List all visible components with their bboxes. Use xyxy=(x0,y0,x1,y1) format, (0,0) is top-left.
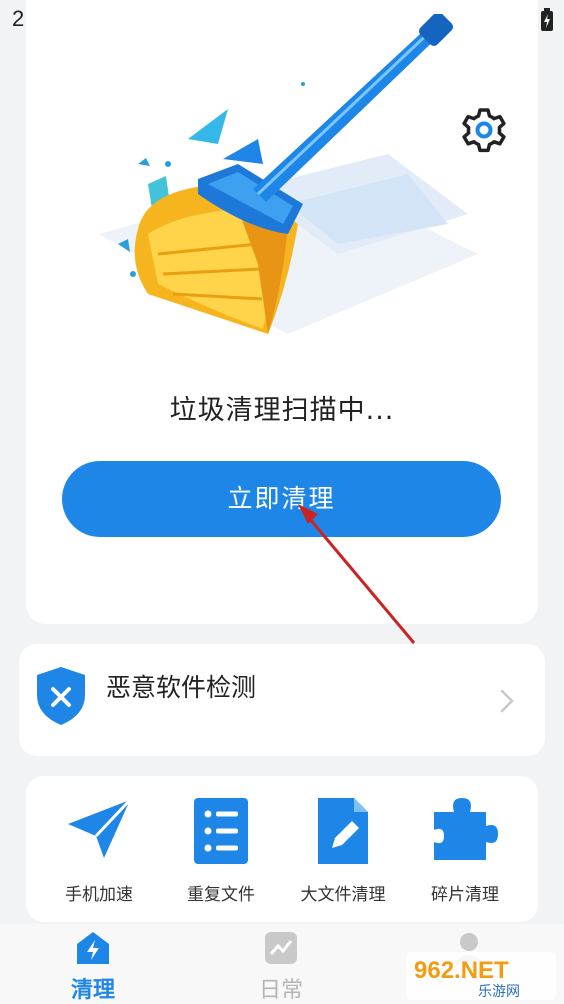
malware-title: 恶意软件检测 xyxy=(106,673,257,702)
clean-now-button[interactable]: 立即清理 xyxy=(62,461,501,537)
tool-phone-boost[interactable]: 手机加速 xyxy=(39,796,159,905)
broom-sweeping-illustration xyxy=(98,14,478,334)
tools-card: 手机加速 重复文件 大文件清理 碎片清理 xyxy=(26,776,538,922)
tool-duplicate-files[interactable]: 重复文件 xyxy=(161,796,281,905)
gear-icon[interactable] xyxy=(460,106,508,154)
nav-tab-daily[interactable]: 日常 xyxy=(226,930,336,1004)
shield-x-icon xyxy=(37,667,85,725)
tool-label: 大文件清理 xyxy=(300,885,386,905)
watermark-logo: 962.NET 乐游网 xyxy=(406,952,556,1000)
chevron-right-icon xyxy=(500,689,514,713)
svg-text:962.NET: 962.NET xyxy=(414,957,509,984)
tool-label: 手机加速 xyxy=(65,885,133,905)
list-document-icon xyxy=(194,798,248,864)
lightning-house-icon xyxy=(77,932,109,964)
nav-label: 日常 xyxy=(258,978,303,1003)
puzzle-icon xyxy=(434,798,498,860)
battery-charging-icon xyxy=(541,8,553,31)
tool-large-files[interactable]: 大文件清理 xyxy=(283,796,403,905)
tool-fragment-clean[interactable]: 碎片清理 xyxy=(405,796,525,905)
tool-label: 碎片清理 xyxy=(431,885,499,905)
svg-text:乐游网: 乐游网 xyxy=(478,984,520,1000)
nav-label: 清理 xyxy=(70,978,115,1003)
malware-detection-card[interactable]: 恶意软件检测 xyxy=(19,644,545,756)
tool-label: 重复文件 xyxy=(187,885,255,905)
cleaner-card: 垃圾清理扫描中... 立即清理 xyxy=(26,0,538,624)
file-edit-icon xyxy=(318,798,368,864)
paper-plane-icon xyxy=(68,798,132,858)
nav-tab-clean[interactable]: 清理 xyxy=(38,930,148,1004)
chart-icon xyxy=(265,932,297,964)
scan-status-text: 垃圾清理扫描中... xyxy=(169,395,395,426)
